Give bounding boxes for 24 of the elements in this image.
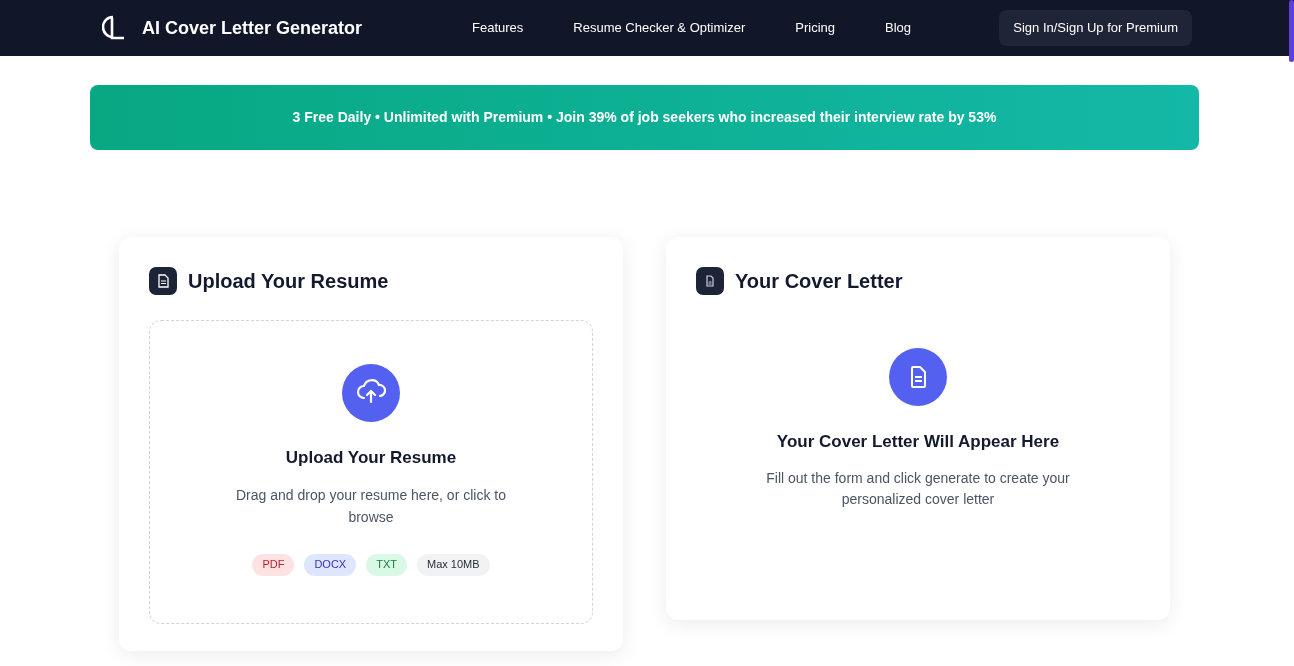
card-title: Your Cover Letter — [735, 269, 903, 294]
nav-link[interactable]: Blog — [885, 18, 912, 38]
document-icon — [149, 267, 177, 295]
file-type-tag: DOCX — [304, 553, 357, 576]
empty-state-title: Your Cover Letter Will Appear Here — [776, 431, 1060, 453]
nav-link[interactable]: Features — [472, 18, 524, 38]
sign-in-button[interactable]: Sign In/Sign Up for Premium — [999, 10, 1192, 46]
cloud-upload-icon — [342, 364, 400, 422]
file-type-tag: PDF — [252, 553, 295, 576]
nav-link[interactable]: Pricing — [795, 18, 835, 38]
upload-dropzone[interactable]: Upload Your Resume Drag and drop your resume here, or click to browse PDF DOCX TXT Max 10MB — [149, 320, 593, 624]
empty-state-hint: Fill out the form and click generate to create your personalized cover letter — [765, 468, 1071, 509]
nav-link[interactable]: Resume Checker & Optimizer — [573, 18, 746, 38]
dropzone-hint: Drag and drop your resume here, or click to browse — [235, 485, 507, 527]
brand-title[interactable]: AI Cover Letter Generator — [142, 14, 442, 42]
logo-icon — [102, 14, 126, 42]
dropzone-title: Upload Your Resume — [285, 447, 457, 469]
file-type-tag: Max 10MB — [417, 553, 490, 576]
document-icon — [696, 267, 724, 295]
document-icon — [889, 348, 947, 406]
file-type-tag: TXT — [366, 553, 407, 576]
promo-banner: 3 Free Daily • Unlimited with Premium • Join 39% of job seekers who increased their interview rate by 53% — [90, 85, 1199, 150]
scrollbar-thumb[interactable] — [1289, 0, 1294, 62]
card-title: Upload Your Resume — [188, 269, 389, 294]
